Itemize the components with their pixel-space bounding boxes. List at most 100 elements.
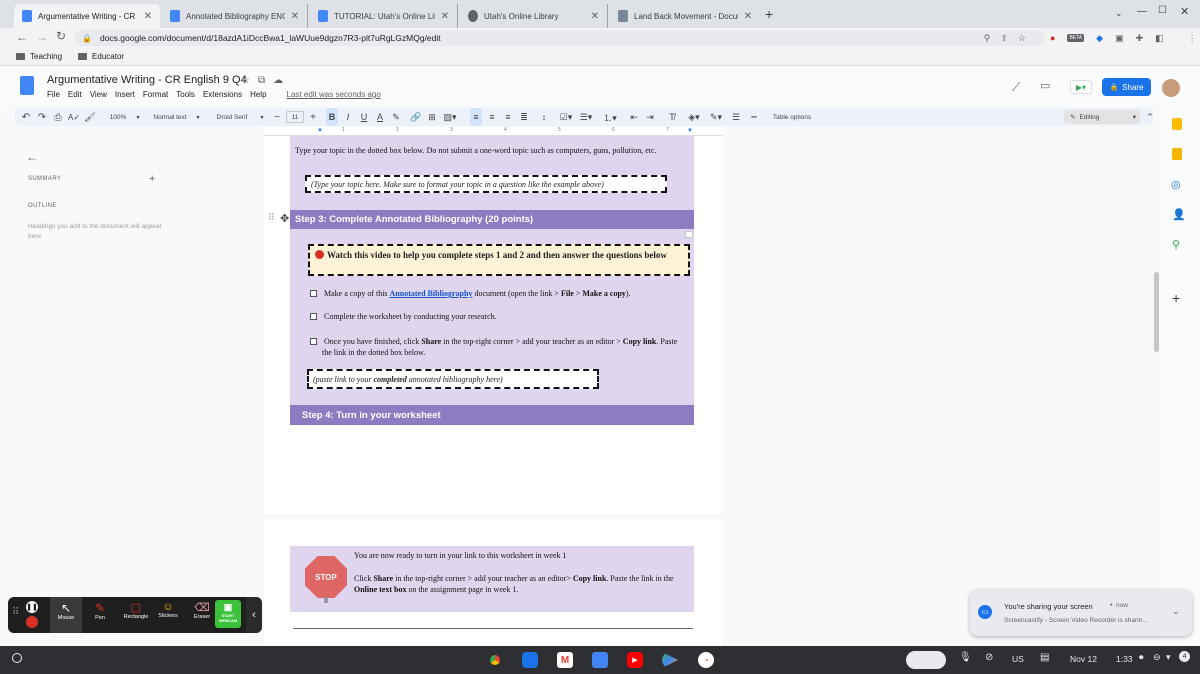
- doc-title[interactable]: Argumentative Writing - CR English 9 Q4: [47, 74, 247, 86]
- style-select[interactable]: Normal text: [150, 108, 190, 126]
- table-options-button[interactable]: Table options: [770, 108, 814, 126]
- step4-heading[interactable]: Step 4: Turn in your worksheet: [290, 405, 694, 425]
- close-outline-arrow-icon[interactable]: ←: [26, 150, 38, 164]
- add-addon-icon[interactable]: +: [1172, 290, 1180, 306]
- tool-eraser[interactable]: ⌫ Eraser: [186, 597, 218, 633]
- video-callout[interactable]: Watch this video to help you complete st…: [308, 244, 690, 276]
- account-avatar[interactable]: [1162, 79, 1180, 97]
- gmail-icon[interactable]: M: [557, 652, 573, 668]
- indent-marker-icon[interactable]: ▼: [687, 128, 693, 134]
- checklist-item[interactable]: Complete the worksheet by conducting you…: [310, 312, 690, 321]
- collapse-toolbar-icon[interactable]: ‹: [246, 597, 262, 633]
- docs-logo-icon[interactable]: [20, 76, 34, 95]
- last-edit-link[interactable]: Last edit was seconds ago: [287, 90, 381, 99]
- maps-icon[interactable]: ⚲: [1172, 238, 1180, 251]
- redo-icon[interactable]: ↷: [36, 108, 48, 126]
- italic-icon[interactable]: I: [342, 108, 354, 126]
- clock-text[interactable]: 1:33: [1116, 654, 1133, 664]
- start-webcam-button[interactable]: ▣ START WEBCAM: [215, 600, 241, 628]
- table-handle[interactable]: [685, 231, 693, 238]
- screen-share-notification[interactable]: ▭ You're sharing your screen • now Scree…: [970, 590, 1192, 636]
- comment-add-icon[interactable]: ⊞: [426, 108, 438, 126]
- address-bar[interactable]: 🔒 docs.google.com/document/d/18azdA1iDcc…: [74, 30, 1044, 46]
- border-color-icon[interactable]: ✎▾: [708, 108, 724, 126]
- add-summary-button[interactable]: +: [149, 173, 155, 185]
- dnd-icon[interactable]: ⊘: [985, 652, 993, 663]
- extension-icon[interactable]: ▣: [1115, 33, 1124, 44]
- menu-view[interactable]: View: [90, 90, 107, 99]
- comments-icon[interactable]: ▭: [1040, 79, 1050, 92]
- checklist-item[interactable]: Make a copy of this Annotated Bibliograp…: [310, 289, 690, 298]
- date-text[interactable]: Nov 12: [1070, 654, 1097, 664]
- checklist-item[interactable]: Once you have finished, click Share in t…: [310, 336, 688, 358]
- more-menu-icon[interactable]: ⋮: [1188, 33, 1197, 44]
- indent-marker-icon[interactable]: ▼: [317, 128, 323, 134]
- chevron-down-icon[interactable]: ⌄: [1115, 8, 1123, 19]
- chevron-down-icon[interactable]: ▾: [134, 108, 142, 126]
- contacts-icon[interactable]: 👤: [1172, 208, 1186, 221]
- wifi-icon[interactable]: ▾: [1166, 652, 1171, 663]
- tab-utah-online-library[interactable]: Utah's Online Library ✕: [460, 4, 608, 28]
- topic-instructions[interactable]: Type your topic in the dotted box below.…: [295, 146, 690, 156]
- docs-app-icon[interactable]: [592, 652, 608, 668]
- chrome-icon[interactable]: [487, 652, 503, 668]
- align-justify-icon[interactable]: ≣: [518, 108, 530, 126]
- checkbox[interactable]: [310, 338, 317, 345]
- menu-tools[interactable]: Tools: [176, 90, 195, 99]
- align-center-icon[interactable]: ≡: [486, 108, 498, 126]
- increase-indent-icon[interactable]: ⇥: [644, 108, 656, 126]
- mic-status-icon[interactable]: ⊖: [1153, 652, 1161, 663]
- underline-icon[interactable]: U: [358, 108, 370, 126]
- close-window-button[interactable]: ✕: [1180, 5, 1189, 18]
- checklist-icon[interactable]: ☑▾: [558, 108, 574, 126]
- print-icon[interactable]: ⎙: [52, 108, 64, 126]
- bookmark-folder-teaching[interactable]: Teaching: [16, 52, 62, 61]
- drag-handle-icon[interactable]: ⠿: [12, 607, 19, 618]
- input-method[interactable]: US: [1012, 654, 1024, 664]
- border-dash-icon[interactable]: ┅: [748, 108, 760, 126]
- line-spacing-icon[interactable]: ↕: [538, 108, 550, 126]
- files-icon[interactable]: [522, 652, 538, 668]
- tab-argumentative-writing[interactable]: Argumentative Writing - CR Engli ✕: [14, 4, 160, 28]
- menu-help[interactable]: Help: [250, 90, 266, 99]
- final-instructions[interactable]: Click Share in the top-right corner > ad…: [354, 573, 690, 595]
- text-color-icon[interactable]: A: [374, 108, 386, 126]
- close-icon[interactable]: ✕: [744, 11, 752, 22]
- step3-heading[interactable]: Step 3: Complete Annotated Bibliography …: [290, 210, 694, 229]
- reload-icon[interactable]: ↻: [56, 29, 66, 43]
- scrollbar-thumb[interactable]: [1154, 272, 1159, 352]
- close-icon[interactable]: ✕: [441, 11, 449, 22]
- forward-arrow-icon[interactable]: →: [36, 30, 48, 44]
- keep-icon[interactable]: [1172, 118, 1182, 130]
- highlight-icon[interactable]: ✎: [390, 108, 402, 126]
- battery-icon[interactable]: 4: [1179, 651, 1190, 662]
- pause-icon[interactable]: ❚❚: [26, 601, 38, 613]
- align-right-icon[interactable]: ≡: [502, 108, 514, 126]
- maximize-button[interactable]: ☐: [1158, 5, 1167, 16]
- minimize-button[interactable]: —: [1137, 6, 1147, 17]
- share-button[interactable]: 🔒 Share: [1102, 78, 1151, 96]
- align-left-icon[interactable]: ≡: [470, 108, 482, 126]
- tool-mouse[interactable]: ↖ Mouse: [50, 597, 82, 633]
- menu-edit[interactable]: Edit: [68, 90, 82, 99]
- extension-icon[interactable]: ●: [1050, 33, 1055, 43]
- move-folder-icon[interactable]: ⧉: [258, 75, 265, 86]
- extension-icon[interactable]: ◆: [1096, 33, 1103, 44]
- youtube-icon[interactable]: ▶: [627, 652, 643, 668]
- tab-annotated-bibliography[interactable]: Annotated Bibliography ENG 9CR ✕: [162, 4, 308, 28]
- tool-stickers[interactable]: ☺ Stickers: [152, 597, 184, 633]
- omnibox-actions-icon[interactable]: ⚲⇪☆: [984, 33, 1044, 44]
- star-icon[interactable]: ☆: [241, 75, 250, 86]
- activity-trend-icon[interactable]: ⟋: [1012, 80, 1020, 95]
- close-icon[interactable]: ✕: [591, 11, 599, 22]
- numbered-list-icon[interactable]: ⒈▾: [602, 108, 618, 126]
- image-icon[interactable]: ▨▾: [442, 108, 458, 126]
- ready-text[interactable]: You are now ready to turn in your link t…: [354, 551, 688, 560]
- paint-format-icon[interactable]: 🖌: [84, 108, 96, 126]
- font-size-input[interactable]: 11: [286, 111, 304, 123]
- menu-extensions[interactable]: Extensions: [203, 90, 242, 99]
- stop-recording-icon[interactable]: [26, 616, 38, 628]
- menu-file[interactable]: File: [47, 90, 60, 99]
- clipboard-icon[interactable]: ▤: [1040, 652, 1049, 663]
- collapse-menus-icon[interactable]: ⌃: [1144, 108, 1156, 126]
